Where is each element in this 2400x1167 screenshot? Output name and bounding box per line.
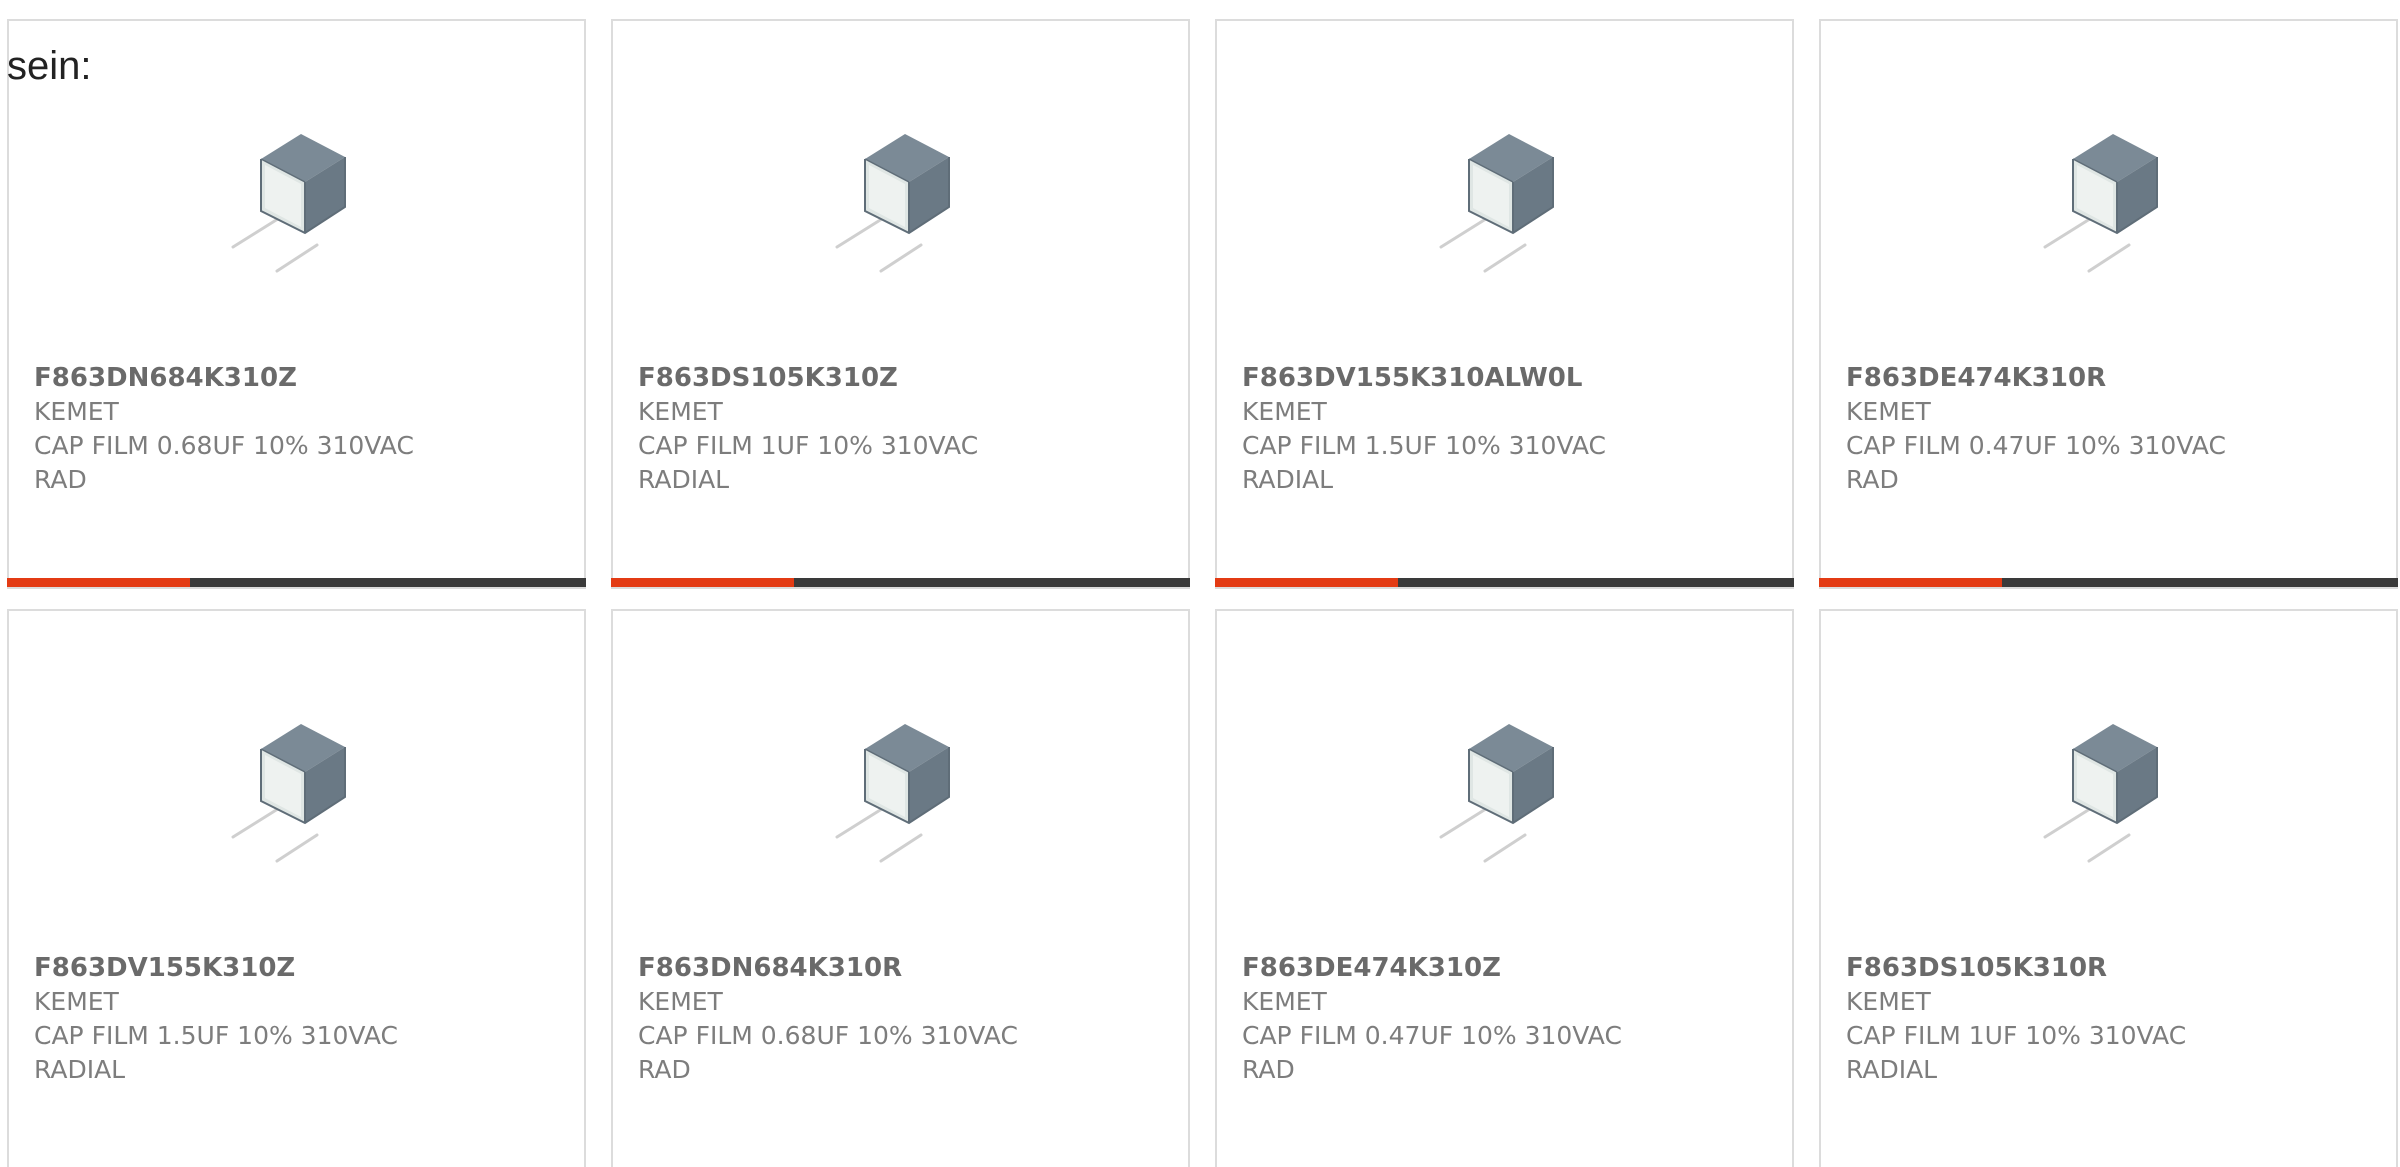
manufacturer: KEMET [1846, 397, 1931, 426]
description-line-2: RAD [638, 1055, 691, 1084]
description-line-1: CAP FILM 1.5UF 10% 310VAC [1242, 431, 1607, 460]
product-info: F863DN684K310Z KEMET CAP FILM 0.68UF 10%… [34, 361, 554, 497]
part-number[interactable]: F863DV155K310Z [34, 951, 554, 985]
product-info: F863DS105K310Z KEMET CAP FILM 1UF 10% 31… [638, 361, 1158, 497]
product-card[interactable]: F863DV155K310Z KEMET CAP FILM 1.5UF 10% … [7, 609, 586, 1167]
product-info: F863DS105K310R KEMET CAP FILM 1UF 10% 31… [1846, 951, 2366, 1087]
part-number[interactable]: F863DN684K310R [638, 951, 1158, 985]
description-line-1: CAP FILM 1.5UF 10% 310VAC [34, 1021, 399, 1050]
product-info: F863DE474K310R KEMET CAP FILM 0.47UF 10%… [1846, 361, 2366, 497]
product-card[interactable]: F863DS105K310R KEMET CAP FILM 1UF 10% 31… [1819, 609, 2398, 1167]
product-info: F863DV155K310ALW0L KEMET CAP FILM 1.5UF … [1242, 361, 1762, 497]
description-line-2: RADIAL [34, 1055, 126, 1084]
card-hover-bar-accent [1819, 578, 2002, 587]
description-line-1: CAP FILM 0.47UF 10% 310VAC [1242, 1021, 1622, 1050]
description-line-2: RAD [1846, 465, 1899, 494]
part-number[interactable]: F863DN684K310Z [34, 361, 554, 395]
card-hover-bar-accent [7, 578, 190, 587]
description-line-2: RADIAL [638, 465, 730, 494]
description-line-1: CAP FILM 0.68UF 10% 310VAC [638, 1021, 1018, 1050]
product-info: F863DV155K310Z KEMET CAP FILM 1.5UF 10% … [34, 951, 554, 1087]
product-card[interactable]: F863DN684K310R KEMET CAP FILM 0.68UF 10%… [611, 609, 1190, 1167]
part-number[interactable]: F863DS105K310R [1846, 951, 2366, 985]
card-hover-bar [611, 578, 1190, 587]
description-line-1: CAP FILM 0.68UF 10% 310VAC [34, 431, 414, 460]
product-page: sein: F863DN684K310Z KEMET CAP FILM 0.68… [0, 0, 2400, 1167]
product-card[interactable]: F863DE474K310R KEMET CAP FILM 0.47UF 10%… [1819, 19, 2398, 589]
part-number[interactable]: F863DE474K310Z [1242, 951, 1762, 985]
description-line-1: CAP FILM 0.47UF 10% 310VAC [1846, 431, 2226, 460]
film-capacitor-icon [211, 711, 381, 876]
manufacturer: KEMET [1242, 987, 1327, 1016]
part-number[interactable]: F863DE474K310R [1846, 361, 2366, 395]
intro-text: sein: [7, 44, 92, 88]
film-capacitor-icon [1419, 711, 1589, 876]
part-number[interactable]: F863DV155K310ALW0L [1242, 361, 1762, 395]
product-info: F863DN684K310R KEMET CAP FILM 0.68UF 10%… [638, 951, 1158, 1087]
film-capacitor-icon [2023, 711, 2193, 876]
description-line-2: RADIAL [1846, 1055, 1938, 1084]
product-card[interactable]: F863DN684K310Z KEMET CAP FILM 0.68UF 10%… [7, 19, 586, 589]
product-card[interactable]: F863DE474K310Z KEMET CAP FILM 0.47UF 10%… [1215, 609, 1794, 1167]
film-capacitor-icon [815, 711, 985, 876]
description-line-2: RADIAL [1242, 465, 1334, 494]
film-capacitor-icon [211, 121, 381, 286]
film-capacitor-icon [2023, 121, 2193, 286]
card-hover-bar-accent [1215, 578, 1398, 587]
card-hover-bar [7, 578, 586, 587]
manufacturer: KEMET [638, 987, 723, 1016]
description-line-2: RAD [34, 465, 87, 494]
description-line-1: CAP FILM 1UF 10% 310VAC [638, 431, 979, 460]
product-grid: F863DN684K310Z KEMET CAP FILM 0.68UF 10%… [7, 19, 2398, 1167]
manufacturer: KEMET [34, 987, 119, 1016]
manufacturer: KEMET [638, 397, 723, 426]
product-card[interactable]: F863DV155K310ALW0L KEMET CAP FILM 1.5UF … [1215, 19, 1794, 589]
film-capacitor-icon [815, 121, 985, 286]
manufacturer: KEMET [1846, 987, 1931, 1016]
card-hover-bar [1819, 578, 2398, 587]
manufacturer: KEMET [1242, 397, 1327, 426]
description-line-2: RAD [1242, 1055, 1295, 1084]
product-card[interactable]: F863DS105K310Z KEMET CAP FILM 1UF 10% 31… [611, 19, 1190, 589]
card-hover-bar [1215, 578, 1794, 587]
product-info: F863DE474K310Z KEMET CAP FILM 0.47UF 10%… [1242, 951, 1762, 1087]
film-capacitor-icon [1419, 121, 1589, 286]
part-number[interactable]: F863DS105K310Z [638, 361, 1158, 395]
manufacturer: KEMET [34, 397, 119, 426]
description-line-1: CAP FILM 1UF 10% 310VAC [1846, 1021, 2187, 1050]
card-hover-bar-accent [611, 578, 794, 587]
